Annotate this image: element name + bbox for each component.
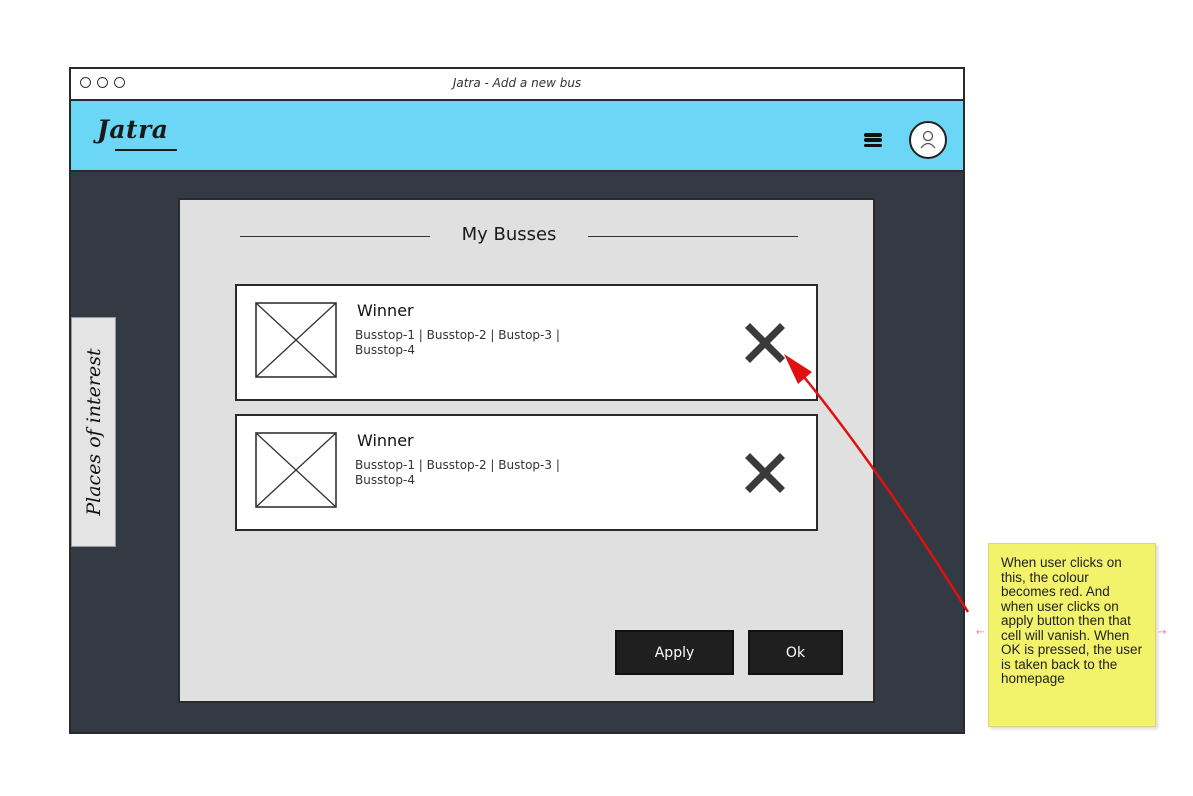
- bus-card[interactable]: Winner Busstop-1 | Busstop-2 | Bustop-3 …: [235, 414, 818, 531]
- hamburger-icon[interactable]: [864, 133, 882, 147]
- ok-button[interactable]: Ok: [748, 630, 843, 675]
- bus-name: Winner: [357, 301, 414, 320]
- dialog-heading: My Busses: [240, 222, 800, 252]
- user-avatar-icon[interactable]: [909, 121, 947, 159]
- dialog-title: My Busses: [461, 224, 557, 245]
- window-title: Jatra - Add a new bus: [452, 76, 582, 90]
- apply-button[interactable]: Apply: [615, 630, 734, 675]
- window-titlebar: Jatra - Add a new bus: [71, 69, 963, 101]
- user-avatar-glyph: [920, 130, 936, 149]
- bus-name: Winner: [357, 431, 414, 450]
- note-left-handle-icon: ←: [976, 627, 985, 638]
- heading-rule-right: [588, 236, 798, 237]
- browser-window: Jatra - Add a new bus Jatra Places of in…: [69, 67, 965, 734]
- close-x-icon[interactable]: [742, 449, 788, 495]
- side-tab-label: Places of interest: [82, 348, 105, 516]
- heading-rule-left: [240, 236, 430, 237]
- app-header: Jatra: [71, 101, 963, 172]
- image-placeholder-icon: [255, 302, 337, 378]
- bus-card[interactable]: Winner Busstop-1 | Busstop-2 | Bustop-3 …: [235, 284, 818, 401]
- bus-stops: Busstop-1 | Busstop-2 | Bustop-3 | Busst…: [355, 328, 560, 357]
- annotation-note: When user clicks on this, the colour bec…: [988, 543, 1156, 727]
- note-right-handle-icon: →: [1158, 627, 1167, 638]
- places-of-interest-tab[interactable]: Places of interest: [71, 317, 116, 547]
- my-busses-dialog: My Busses Winner Busstop-1 | Busstop-2 |…: [178, 198, 875, 703]
- image-placeholder-icon: [255, 432, 337, 508]
- bus-stops: Busstop-1 | Busstop-2 | Bustop-3 | Busst…: [355, 458, 560, 487]
- app-logo[interactable]: Jatra: [97, 115, 168, 144]
- logo-underline: [115, 149, 177, 151]
- close-x-icon[interactable]: [742, 319, 788, 365]
